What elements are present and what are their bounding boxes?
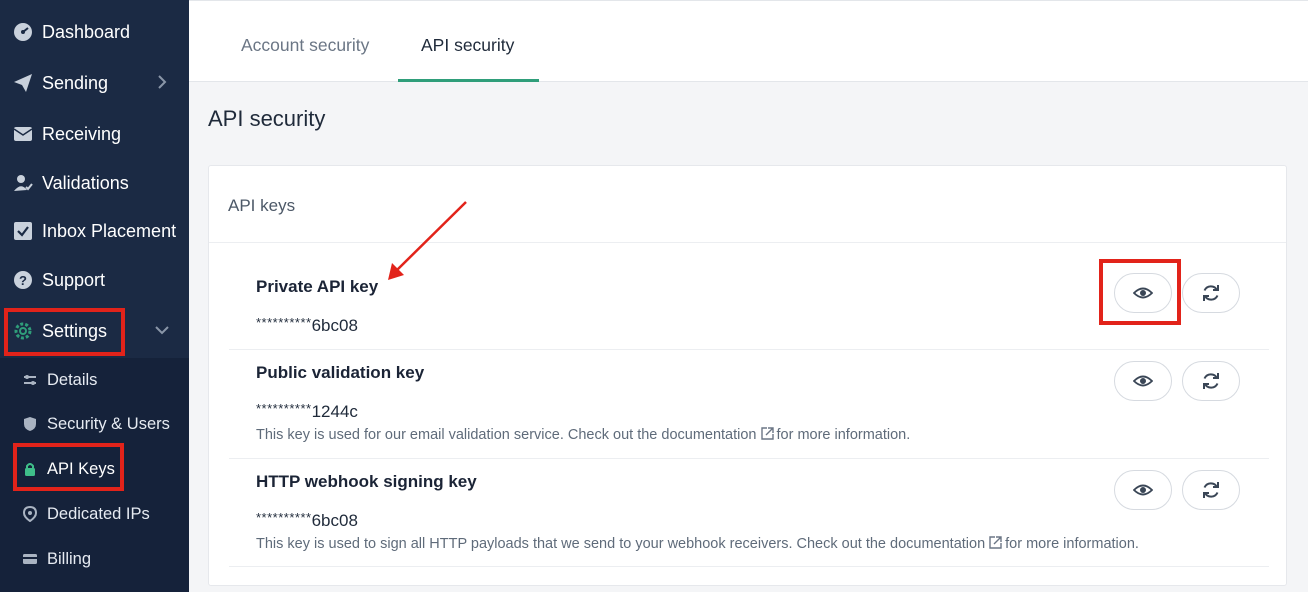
chevron-right-icon (158, 75, 167, 89)
eye-icon (1133, 375, 1153, 387)
sidebar-item-inbox-placement[interactable]: Inbox Placement (0, 211, 189, 251)
key-name: Public validation key (256, 363, 425, 382)
sidebar-item-label: Settings (42, 320, 108, 341)
sidebar-item-dashboard[interactable]: Dashboard (0, 12, 189, 52)
sidebar-item-support[interactable]: ? Support (0, 260, 189, 300)
key-row-webhook-signing: HTTP webhook signing key **********6bc08… (229, 459, 1269, 567)
sidebar-item-sending[interactable]: Sending (0, 63, 189, 103)
card-icon (22, 551, 38, 567)
inbox-icon (13, 124, 33, 144)
sidebar-item-label: Billing (47, 549, 92, 568)
sidebar-item-api-keys[interactable]: API Keys (0, 451, 189, 487)
sidebar-item-dedicated-ips[interactable]: Dedicated IPs (0, 496, 189, 532)
sidebar-item-details[interactable]: Details (0, 362, 189, 398)
sidebar-item-label: Support (42, 269, 106, 290)
key-value: **********6bc08 (256, 510, 358, 530)
sidebar-item-security-users[interactable]: Security & Users (0, 406, 189, 442)
key-description: This key is used for our email validatio… (256, 427, 911, 443)
settings-submenu: Details Security & Users API Keys Dedica… (0, 358, 189, 592)
api-keys-card: API keys Private API key **********6bc08… (208, 165, 1287, 586)
tab-account-security[interactable]: Account security (241, 35, 369, 56)
card-header: API keys (209, 166, 1286, 243)
sidebar-item-validations[interactable]: Validations (0, 163, 189, 203)
sidebar-item-label: Details (47, 370, 98, 389)
sidebar-item-label: Dashboard (42, 21, 131, 42)
regenerate-key-button[interactable] (1182, 361, 1240, 401)
tab-api-security[interactable]: API security (421, 35, 514, 56)
sidebar: Dashboard Sending Receiving Validations … (0, 0, 189, 592)
eye-icon (1133, 484, 1153, 496)
key-row-private: Private API key **********6bc08 (229, 244, 1269, 350)
sidebar-item-label: Receiving (42, 123, 122, 144)
sidebar-item-settings[interactable]: Settings (0, 311, 189, 351)
tab-bar: Account security API security (189, 0, 1308, 82)
card-title: API keys (228, 196, 296, 215)
key-row-public-validation: Public validation key **********1244c Th… (229, 350, 1269, 459)
paper-plane-icon (13, 73, 33, 93)
page-title: API security (208, 106, 326, 131)
sidebar-item-label: Inbox Placement (42, 220, 177, 241)
refresh-icon (1203, 285, 1219, 301)
refresh-icon (1203, 373, 1219, 389)
regenerate-key-button[interactable] (1182, 273, 1240, 313)
active-tab-indicator (398, 79, 539, 82)
user-check-icon (13, 173, 33, 193)
key-value: **********1244c (256, 401, 358, 421)
reveal-key-button[interactable] (1114, 273, 1172, 313)
external-link-icon[interactable] (760, 427, 774, 440)
sidebar-item-billing[interactable]: Billing (0, 541, 189, 577)
location-icon (22, 506, 38, 522)
sidebar-item-label: Sending (42, 72, 109, 93)
sidebar-item-label: Validations (42, 172, 129, 193)
sidebar-item-label: Dedicated IPs (47, 504, 150, 523)
sidebar-item-label: Security & Users (47, 414, 170, 433)
shield-icon (22, 416, 38, 432)
question-icon: ? (13, 270, 33, 290)
key-name: Private API key (256, 277, 379, 296)
reveal-key-button[interactable] (1114, 470, 1172, 510)
refresh-icon (1203, 482, 1219, 498)
chevron-down-icon (155, 326, 169, 335)
reveal-key-button[interactable] (1114, 361, 1172, 401)
key-name: HTTP webhook signing key (256, 472, 477, 491)
svg-text:?: ? (19, 273, 27, 288)
dashboard-icon (13, 22, 33, 42)
sidebar-item-receiving[interactable]: Receiving (0, 114, 189, 154)
key-value: **********6bc08 (256, 315, 358, 335)
lock-icon (22, 461, 38, 477)
sidebar-item-label: API Keys (47, 459, 115, 478)
key-description: This key is used to sign all HTTP payloa… (256, 536, 1139, 552)
external-link-icon[interactable] (989, 536, 1002, 549)
checkbox-icon (13, 221, 33, 241)
gear-icon (13, 321, 33, 341)
regenerate-key-button[interactable] (1182, 470, 1240, 510)
eye-icon (1133, 287, 1153, 299)
sliders-icon (22, 372, 38, 388)
